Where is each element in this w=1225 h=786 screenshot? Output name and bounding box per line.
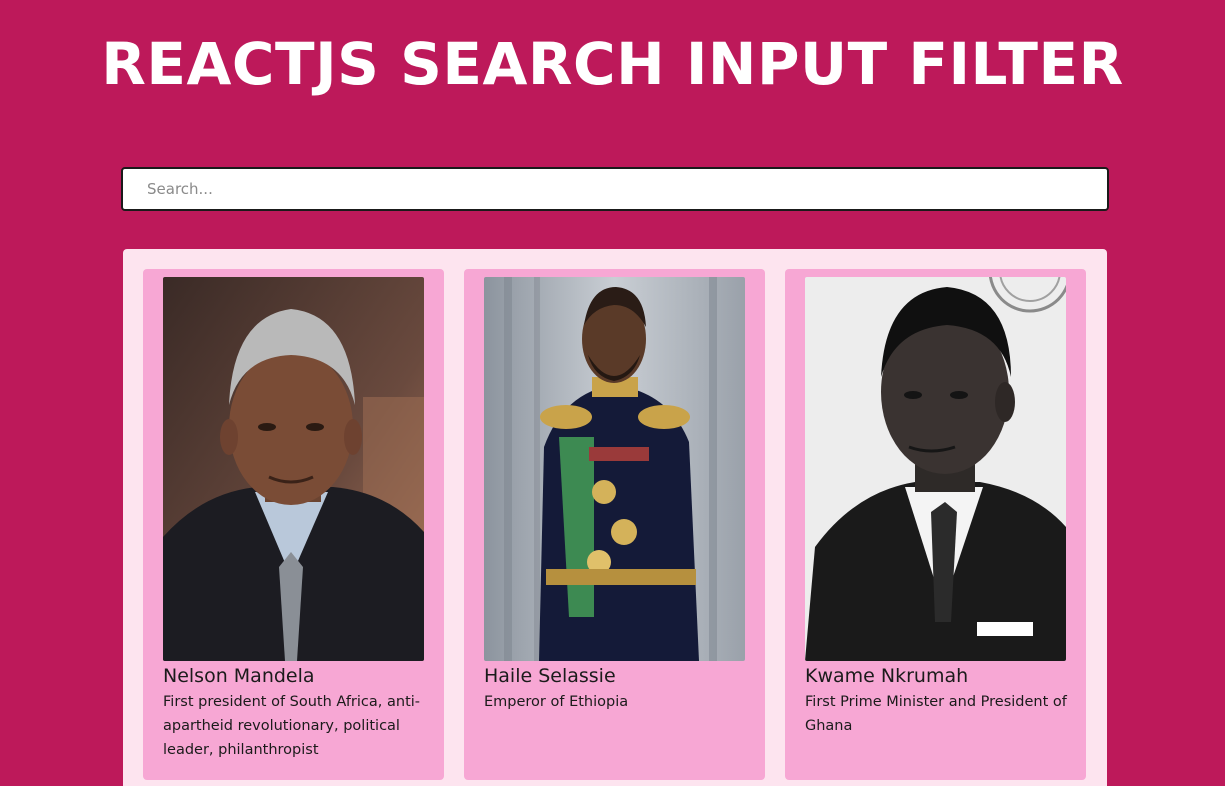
person-name: Haile Selassie <box>484 665 616 687</box>
person-photo <box>484 277 745 661</box>
page-title: REACTJS SEARCH INPUT FILTER <box>101 30 1124 98</box>
person-description: First Prime Minister and President of Gh… <box>805 694 1067 734</box>
portrait-photo-image <box>163 277 424 661</box>
search-input[interactable] <box>121 167 1109 211</box>
person-card: Kwame Nkrumah First Prime Minister and P… <box>785 269 1086 780</box>
person-photo <box>805 277 1066 661</box>
person-card: Haile Selassie Emperor of Ethiopia <box>464 269 765 780</box>
portrait-photo-image <box>484 277 745 661</box>
person-card: Nelson Mandela First president of South … <box>143 269 444 780</box>
person-description: First president of South Africa, anti-ap… <box>163 694 421 758</box>
results-panel: Nelson Mandela First president of South … <box>123 249 1107 786</box>
person-name: Nelson Mandela <box>163 665 315 687</box>
person-name: Kwame Nkrumah <box>805 665 969 687</box>
app-page: REACTJS SEARCH INPUT FILTER Search... Ne… <box>0 0 1225 786</box>
person-photo <box>163 277 424 661</box>
portrait-photo-image <box>805 277 1066 661</box>
search-bar <box>121 167 1109 211</box>
person-description: Emperor of Ethiopia <box>484 694 629 710</box>
